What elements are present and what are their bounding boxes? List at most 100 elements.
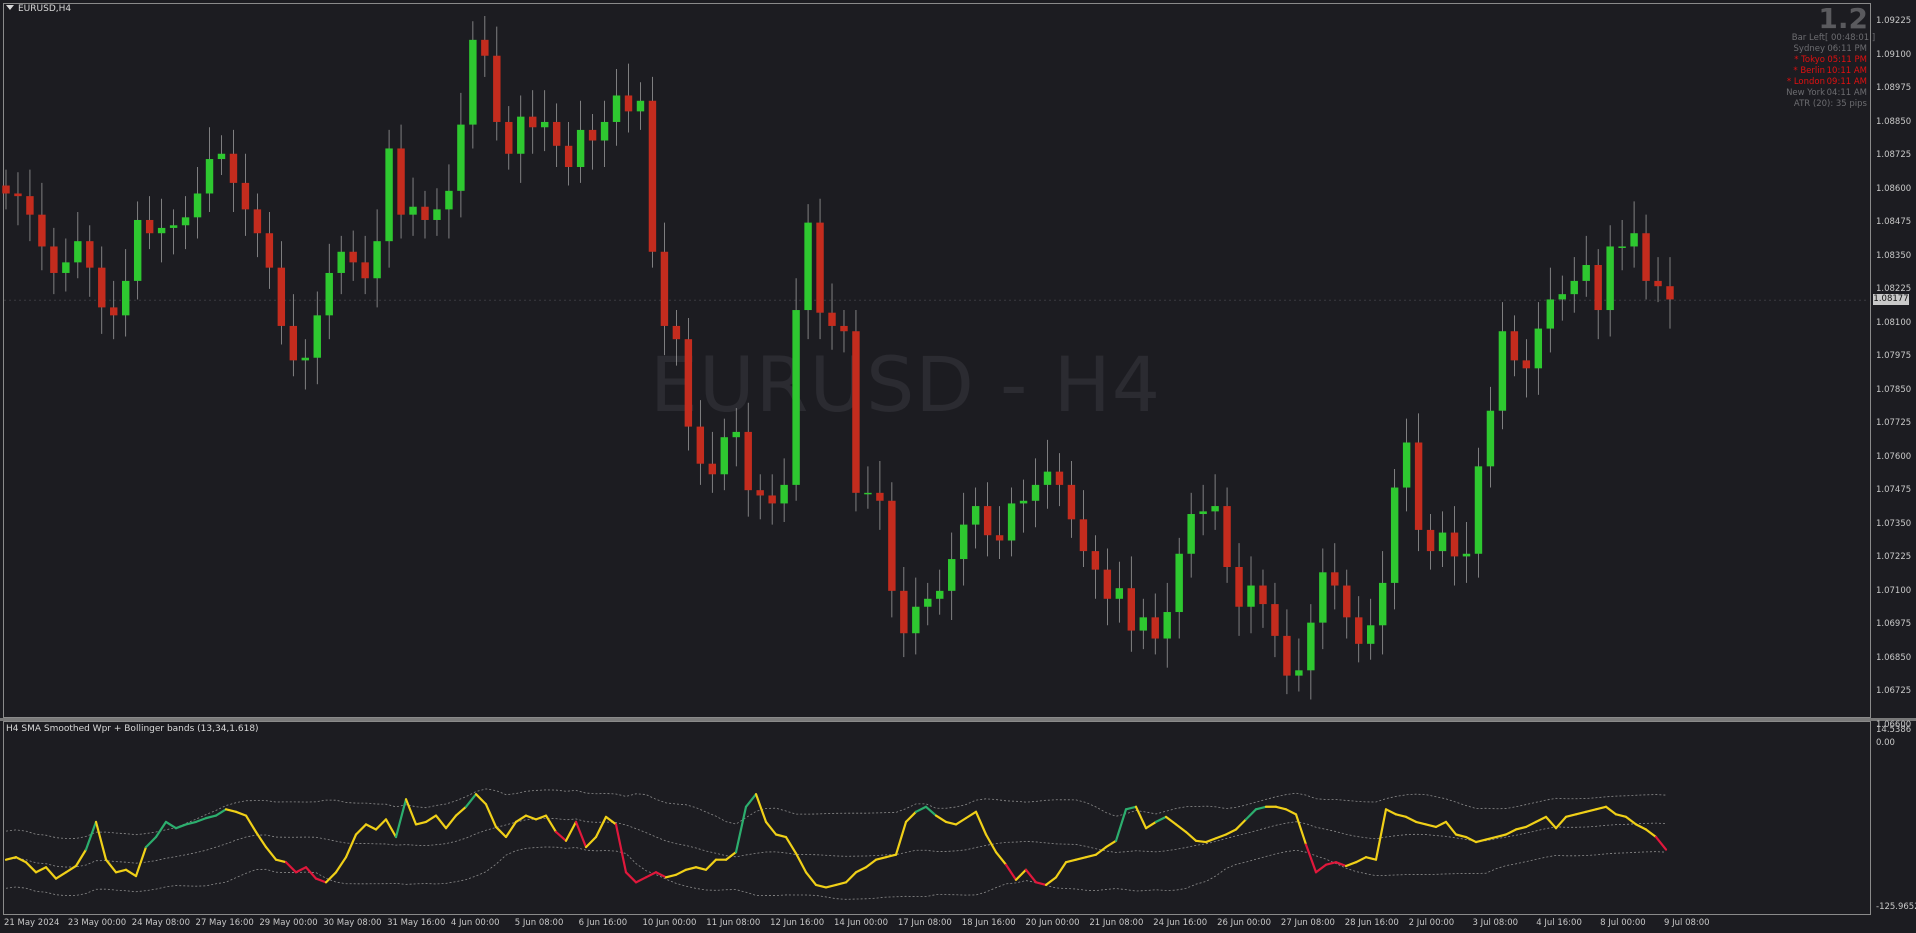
bull-candle <box>936 590 944 599</box>
wpr-line-segment <box>1144 820 1158 830</box>
wpr-line-segment <box>1484 835 1498 841</box>
bear-candle <box>696 426 705 464</box>
wpr-line-segment <box>484 803 498 829</box>
wpr-line-segment <box>4 856 18 861</box>
wpr-line-segment <box>804 871 818 886</box>
bull-candle <box>457 124 465 191</box>
wpr-line-segment <box>1274 805 1288 811</box>
wpr-line-segment <box>44 866 58 880</box>
bear-candle <box>708 463 717 475</box>
wpr-line-segment <box>1174 823 1188 834</box>
price-tick-label: 1.07225 <box>1876 552 1912 562</box>
bull-candle <box>1498 331 1507 411</box>
wpr-line-segment <box>1544 815 1558 830</box>
wpr-line-segment <box>604 815 618 826</box>
wpr-line-segment-overbought <box>204 814 218 820</box>
indicator-tick-label: -125.9652 <box>1876 902 1916 912</box>
bear-candle <box>1450 532 1459 557</box>
session-label: New York <box>1786 88 1825 98</box>
bull-candle <box>1295 670 1303 676</box>
bear-candle <box>1343 585 1351 618</box>
wpr-line-segment <box>1564 813 1578 818</box>
wpr-line-segment <box>374 818 388 831</box>
price-chart[interactable] <box>0 0 1916 933</box>
wpr-line-segment <box>1054 861 1068 879</box>
wpr-line-segment <box>444 814 458 830</box>
bear-candle <box>253 209 262 234</box>
session-row: Bar Left[ 00:48:01 ] <box>1786 33 1875 44</box>
wpr-line-segment <box>244 814 258 834</box>
wpr-line-segment <box>1084 853 1098 859</box>
bull-candle <box>301 357 309 361</box>
wpr-line-segment-overbought <box>914 805 928 813</box>
wpr-line-segment-oversold <box>314 877 328 884</box>
bear-candle <box>1079 519 1088 552</box>
wpr-line-segment <box>1614 813 1628 818</box>
time-tick-label: 11 Jun 08:00 <box>706 918 761 928</box>
bear-candle <box>1355 617 1363 644</box>
time-tick-label: 23 May 00:00 <box>67 918 127 928</box>
wpr-line-segment <box>104 858 118 874</box>
bull-candle <box>409 206 417 215</box>
wpr-line-segment <box>1434 820 1448 829</box>
price-tick-label: 1.08975 <box>1876 83 1912 93</box>
session-label: * London <box>1786 77 1825 87</box>
wpr-line-segment <box>1344 861 1358 868</box>
wpr-line-segment <box>274 858 288 864</box>
middle-band-line <box>5 818 1667 868</box>
wpr-line-segment-overbought <box>184 820 198 826</box>
wpr-line-segment <box>404 798 418 826</box>
price-tick-label: 1.09225 <box>1876 16 1912 26</box>
bear-candle <box>1151 617 1159 639</box>
bear-candle <box>1414 442 1423 530</box>
bull-candle <box>600 121 609 141</box>
bear-candle <box>145 219 154 234</box>
session-row: * Berlin 10:11 AM <box>1786 66 1867 77</box>
bull-candle <box>924 598 932 607</box>
wpr-line-segment <box>794 852 808 874</box>
symbol-menu[interactable]: EURUSD,H4 <box>6 4 71 14</box>
bear-candle <box>672 325 681 340</box>
bear-candle <box>241 182 250 210</box>
wpr-line-segment <box>384 818 398 839</box>
session-time: 09:11 AM <box>1826 77 1867 87</box>
bull-candle <box>62 262 70 273</box>
bull-candle <box>732 431 740 438</box>
bull-candle <box>1462 553 1471 557</box>
wpr-line-segment <box>1534 815 1548 824</box>
wpr-line-segment <box>134 845 148 878</box>
bear-candle <box>1642 233 1650 281</box>
session-row: New York 04:11 AM <box>1786 88 1867 99</box>
bull-candle <box>157 227 166 234</box>
time-tick-label: 24 May 08:00 <box>131 918 190 928</box>
wpr-line-segment <box>1214 833 1228 840</box>
wpr-line-segment <box>1364 856 1378 861</box>
chevron-down-icon[interactable] <box>6 5 14 10</box>
bear-candle <box>2 185 10 194</box>
time-tick-label: 2 Jul 00:00 <box>1408 918 1455 928</box>
wpr-line-segment <box>414 820 428 826</box>
bear-candle <box>14 193 22 197</box>
wpr-line-segment-overbought <box>154 820 168 839</box>
wpr-line-segment <box>564 820 578 842</box>
time-tick-label: 4 Jun 00:00 <box>450 918 500 928</box>
wpr-line-segment-overbought <box>214 808 228 817</box>
bear-candle <box>349 251 357 263</box>
session-time: 06:11 PM <box>1827 44 1867 54</box>
wpr-line-segment <box>974 810 988 836</box>
wpr-line-segment <box>1404 815 1418 824</box>
bear-candle <box>660 251 669 326</box>
time-tick-label: 6 Jun 16:00 <box>578 918 628 928</box>
wpr-line-segment <box>1294 813 1308 846</box>
wpr-line-segment <box>1044 876 1058 886</box>
bull-candle <box>1582 265 1590 281</box>
time-tick-label: 18 Jun 16:00 <box>961 918 1016 928</box>
wpr-line-segment <box>874 856 888 861</box>
wpr-line-segment <box>1624 815 1638 826</box>
price-tick-label: 1.08225 <box>1876 284 1912 294</box>
time-tick-label: 20 Jun 00:00 <box>1025 918 1080 928</box>
wpr-line-segment <box>1464 835 1478 844</box>
wpr-line-segment <box>884 853 898 859</box>
session-time: 04:11 AM <box>1826 88 1867 98</box>
wpr-line-segment <box>764 820 778 836</box>
